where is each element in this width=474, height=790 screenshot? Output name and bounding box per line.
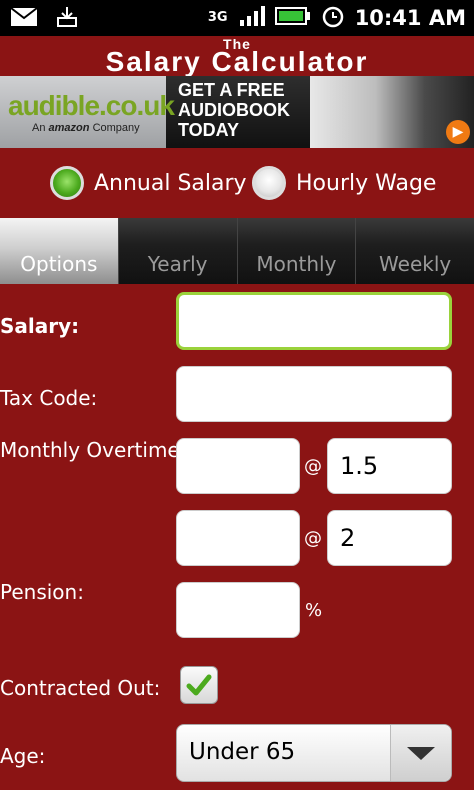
- tax-code-input[interactable]: [176, 366, 452, 422]
- contracted-out-label: Contracted Out:: [0, 676, 161, 700]
- radio-hourly-wage[interactable]: Hourly Wage: [252, 166, 436, 200]
- overtime-1-hours-input[interactable]: [176, 438, 300, 494]
- overtime-2-rate-input[interactable]: 2: [327, 510, 452, 566]
- chevron-down-icon: [407, 747, 435, 760]
- tab-yearly[interactable]: Yearly: [117, 218, 237, 284]
- tab-bar: Options Yearly Monthly Weekly: [0, 218, 474, 284]
- ad-sub-prefix: An: [32, 122, 46, 134]
- download-icon: [56, 6, 78, 32]
- age-label: Age:: [0, 744, 46, 768]
- overtime-2-at: @: [304, 528, 322, 549]
- pension-percent: %: [305, 600, 323, 621]
- ad-brand-logo: audible.co.uk: [8, 90, 175, 121]
- checkmark-icon: [186, 674, 212, 696]
- network-type: 3G: [207, 10, 228, 25]
- overtime-2-hours-input[interactable]: [176, 510, 300, 566]
- ad-banner[interactable]: audible.co.uk An amazon Company GET A FR…: [0, 76, 474, 148]
- status-right-icons: 3G 10:41 AM: [207, 4, 466, 32]
- battery-icon: [274, 6, 311, 30]
- ad-headline: GET A FREE AUDIOBOOK TODAY: [166, 76, 310, 148]
- radio-unselected-icon: [252, 166, 286, 200]
- salary-input[interactable]: [176, 292, 452, 350]
- status-time: 10:41 AM: [354, 6, 466, 30]
- radio-annual-salary[interactable]: Annual Salary: [50, 166, 247, 200]
- pension-label: Pension:: [0, 580, 84, 604]
- age-dropdown-button[interactable]: [390, 725, 451, 781]
- age-select-value: Under 65: [189, 739, 296, 765]
- overtime-label: Monthly Overtime:: [0, 438, 187, 462]
- age-select[interactable]: Under 65: [176, 724, 452, 782]
- title-main: Salary Calculator: [105, 46, 369, 77]
- radio-hourly-label: Hourly Wage: [296, 170, 437, 196]
- overtime-1-at: @: [304, 456, 322, 477]
- ad-brand-sub: An amazon Company: [32, 122, 140, 134]
- ad-sub-company: amazon: [48, 122, 90, 134]
- ad-brand-panel: audible.co.uk An amazon Company: [0, 76, 175, 148]
- ad-sub-suffix: Company: [92, 122, 140, 134]
- tab-options[interactable]: Options: [0, 218, 118, 284]
- signal-icon: [239, 5, 265, 31]
- tab-weekly[interactable]: Weekly: [355, 218, 474, 284]
- status-bar: 3G 10:41 AM: [0, 0, 474, 36]
- pension-input[interactable]: [176, 582, 300, 638]
- ad-image: ▶: [310, 76, 474, 148]
- radio-annual-label: Annual Salary: [94, 170, 247, 196]
- overtime-1-rate-input[interactable]: 1.5: [327, 438, 452, 494]
- app-title: The Salary Calculator: [0, 36, 474, 77]
- status-left-icons: [10, 6, 78, 32]
- ad-line-2: AUDIOBOOK: [178, 100, 290, 120]
- ad-line-3: TODAY: [178, 120, 240, 140]
- mail-icon: [10, 7, 38, 31]
- salary-label: Salary:: [0, 314, 80, 338]
- play-icon[interactable]: ▶: [446, 120, 470, 144]
- alarm-icon: [321, 4, 345, 32]
- contracted-out-checkbox[interactable]: [180, 666, 218, 704]
- tab-monthly[interactable]: Monthly: [236, 218, 356, 284]
- radio-selected-icon: [50, 166, 84, 200]
- mode-selector: Annual Salary Hourly Wage: [0, 150, 474, 218]
- ad-line-1: GET A FREE: [178, 80, 285, 100]
- tax-code-label: Tax Code:: [0, 386, 98, 410]
